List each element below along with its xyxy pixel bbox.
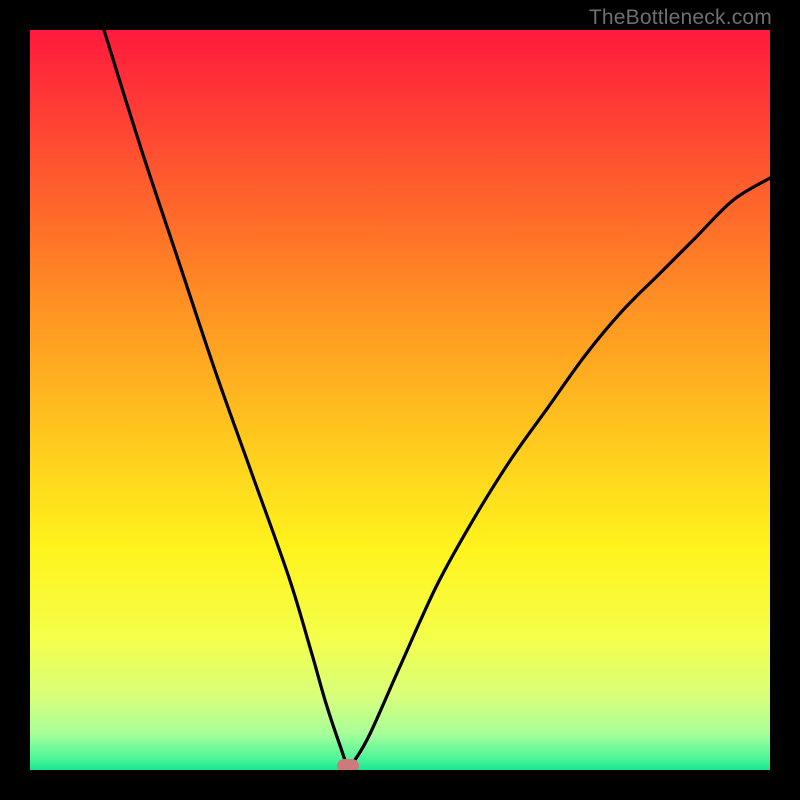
plot-area bbox=[30, 30, 770, 770]
chart-frame: TheBottleneck.com bbox=[0, 0, 800, 800]
minimum-marker bbox=[337, 759, 359, 770]
bottleneck-curve bbox=[30, 30, 770, 770]
watermark-text: TheBottleneck.com bbox=[589, 6, 772, 30]
